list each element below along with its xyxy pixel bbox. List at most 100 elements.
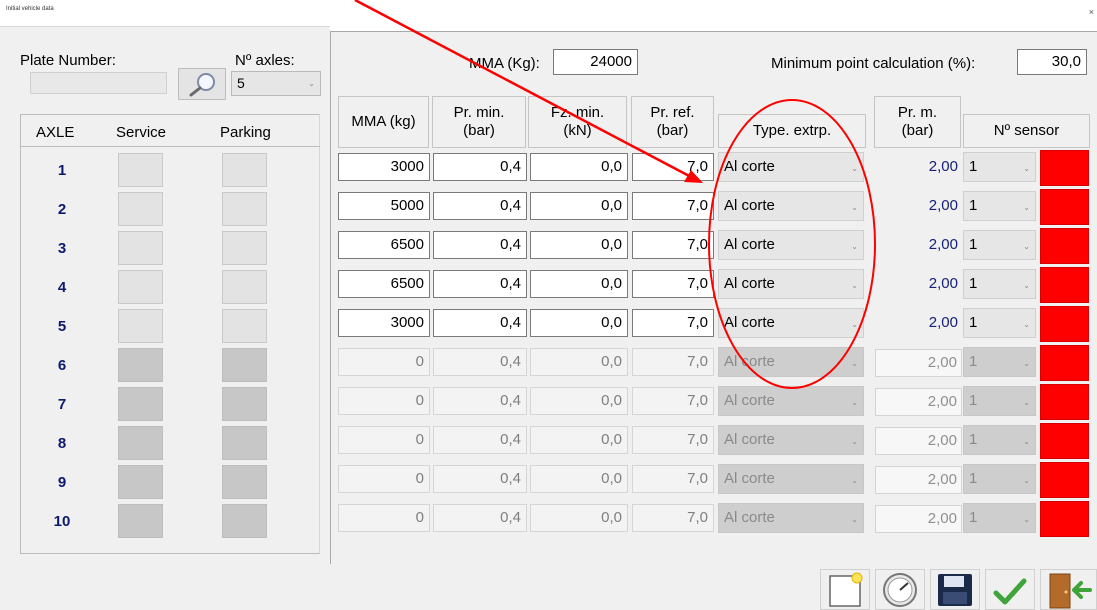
mma-input[interactable]: 0 <box>338 504 430 532</box>
save-button[interactable] <box>930 569 980 610</box>
pressure-button[interactable] <box>875 569 925 610</box>
fzmin-input[interactable]: 0,0 <box>530 309 628 337</box>
mma-input[interactable]: 6500 <box>338 270 430 298</box>
sensor-select[interactable]: 1 ⌄ <box>963 152 1036 182</box>
type-extrp-select[interactable]: Al corte ⌄ <box>718 308 864 338</box>
prref-input[interactable]: 7,0 <box>632 387 714 415</box>
axle-number: 9 <box>57 474 67 491</box>
chevron-down-icon: ⌄ <box>851 515 858 524</box>
chevron-down-icon: ⌄ <box>1023 242 1030 251</box>
service-brake-indicator <box>118 504 163 538</box>
service-brake-indicator <box>118 192 163 226</box>
mma-total-label: MMA (Kg): <box>469 55 540 72</box>
mma-input[interactable]: 5000 <box>338 192 430 220</box>
parking-brake-indicator <box>222 192 267 226</box>
axles-select[interactable]: 5 ⌄ <box>231 71 321 96</box>
prmin-input[interactable]: 0,4 <box>433 153 527 181</box>
type-extrp-select[interactable]: Al corte ⌄ <box>718 464 864 494</box>
prmin-input[interactable]: 0,4 <box>433 231 527 259</box>
chevron-down-icon: ⌄ <box>851 203 858 212</box>
min-point-input[interactable]: 30,0 <box>1017 49 1087 75</box>
sensor-status-indicator <box>1040 462 1089 498</box>
prmin-input[interactable]: 0,4 <box>433 309 527 337</box>
prmin-input[interactable]: 0,4 <box>433 504 527 532</box>
fzmin-column-header: Fz. min. (kN) <box>528 96 627 148</box>
fzmin-input[interactable]: 0,0 <box>530 153 628 181</box>
prref-input[interactable]: 7,0 <box>632 270 714 298</box>
prmin-input[interactable]: 0,4 <box>433 192 527 220</box>
type-extrp-select[interactable]: Al corte ⌄ <box>718 386 864 416</box>
type-extrp-select[interactable]: Al corte ⌄ <box>718 425 864 455</box>
mma-input[interactable]: 3000 <box>338 153 430 181</box>
prmin-input[interactable]: 0,4 <box>433 348 527 376</box>
service-brake-indicator <box>118 231 163 265</box>
fzmin-input[interactable]: 0,0 <box>530 504 628 532</box>
type-extrp-select[interactable]: Al corte ⌄ <box>718 503 864 533</box>
pr-m-value: 2,00 <box>875 310 962 338</box>
type-extrp-select[interactable]: Al corte ⌄ <box>718 191 864 221</box>
type-extrp-select[interactable]: Al corte ⌄ <box>718 347 864 377</box>
chevron-down-icon: ⌄ <box>308 79 315 88</box>
type-extrp-value: Al corte <box>724 158 775 175</box>
prref-input[interactable]: 7,0 <box>632 465 714 493</box>
exit-button[interactable] <box>1040 569 1097 610</box>
prref-input[interactable]: 7,0 <box>632 348 714 376</box>
prref-input[interactable]: 7,0 <box>632 192 714 220</box>
sensor-status-indicator <box>1040 423 1089 459</box>
sensor-column-header: Nº sensor <box>963 114 1090 148</box>
sensor-status-indicator <box>1040 150 1089 186</box>
type-extrp-select[interactable]: Al corte ⌄ <box>718 230 864 260</box>
fzmin-input[interactable]: 0,0 <box>530 192 628 220</box>
sensor-select[interactable]: 1 ⌄ <box>963 269 1036 299</box>
sensor-select[interactable]: 1 ⌄ <box>963 503 1036 533</box>
type-header-text: Type. extrp. <box>752 122 832 139</box>
mma-input[interactable]: 6500 <box>338 231 430 259</box>
prref-input[interactable]: 7,0 <box>632 426 714 454</box>
title-bar: Initial vehicle data × <box>0 0 1097 26</box>
fzmin-input[interactable]: 0,0 <box>530 231 628 259</box>
prref-input[interactable]: 7,0 <box>632 231 714 259</box>
sensor-status-indicator <box>1040 189 1089 225</box>
pr-m-value: 2,00 <box>875 271 962 299</box>
sensor-select[interactable]: 1 ⌄ <box>963 386 1036 416</box>
prref-input[interactable]: 7,0 <box>632 504 714 532</box>
chevron-down-icon: ⌄ <box>1023 281 1030 290</box>
sensor-select[interactable]: 1 ⌄ <box>963 425 1036 455</box>
mma-input[interactable]: 0 <box>338 348 430 376</box>
new-button[interactable] <box>820 569 870 610</box>
service-brake-indicator <box>118 387 163 421</box>
prref-input[interactable]: 7,0 <box>632 309 714 337</box>
magnifier-icon <box>189 73 215 97</box>
mma-input[interactable]: 0 <box>338 465 430 493</box>
accept-button[interactable] <box>985 569 1035 610</box>
sensor-select[interactable]: 1 ⌄ <box>963 347 1036 377</box>
prmin-input[interactable]: 0,4 <box>433 270 527 298</box>
plate-number-input[interactable] <box>30 72 167 94</box>
service-brake-indicator <box>118 309 163 343</box>
sensor-select[interactable]: 1 ⌄ <box>963 230 1036 260</box>
fzmin-input[interactable]: 0,0 <box>530 348 628 376</box>
fzmin-input[interactable]: 0,0 <box>530 465 628 493</box>
type-extrp-value: Al corte <box>724 236 775 253</box>
prref-input[interactable]: 7,0 <box>632 153 714 181</box>
type-extrp-select[interactable]: Al corte ⌄ <box>718 269 864 299</box>
fzmin-input[interactable]: 0,0 <box>530 270 628 298</box>
prmin-input[interactable]: 0,4 <box>433 426 527 454</box>
close-button[interactable]: × <box>1089 7 1094 17</box>
sensor-select[interactable]: 1 ⌄ <box>963 191 1036 221</box>
sensor-select[interactable]: 1 ⌄ <box>963 308 1036 338</box>
fzmin-input[interactable]: 0,0 <box>530 387 628 415</box>
parking-brake-indicator <box>222 387 267 421</box>
type-extrp-value: Al corte <box>724 509 775 526</box>
type-extrp-select[interactable]: Al corte ⌄ <box>718 152 864 182</box>
mma-input[interactable]: 0 <box>338 387 430 415</box>
mma-input[interactable]: 3000 <box>338 309 430 337</box>
fzmin-input[interactable]: 0,0 <box>530 426 628 454</box>
prmin-input[interactable]: 0,4 <box>433 465 527 493</box>
prm-column-header: Pr. m. (bar) <box>874 96 961 148</box>
mma-total-input[interactable]: 24000 <box>553 49 638 75</box>
search-button[interactable] <box>178 68 226 100</box>
prmin-input[interactable]: 0,4 <box>433 387 527 415</box>
mma-input[interactable]: 0 <box>338 426 430 454</box>
sensor-select[interactable]: 1 ⌄ <box>963 464 1036 494</box>
